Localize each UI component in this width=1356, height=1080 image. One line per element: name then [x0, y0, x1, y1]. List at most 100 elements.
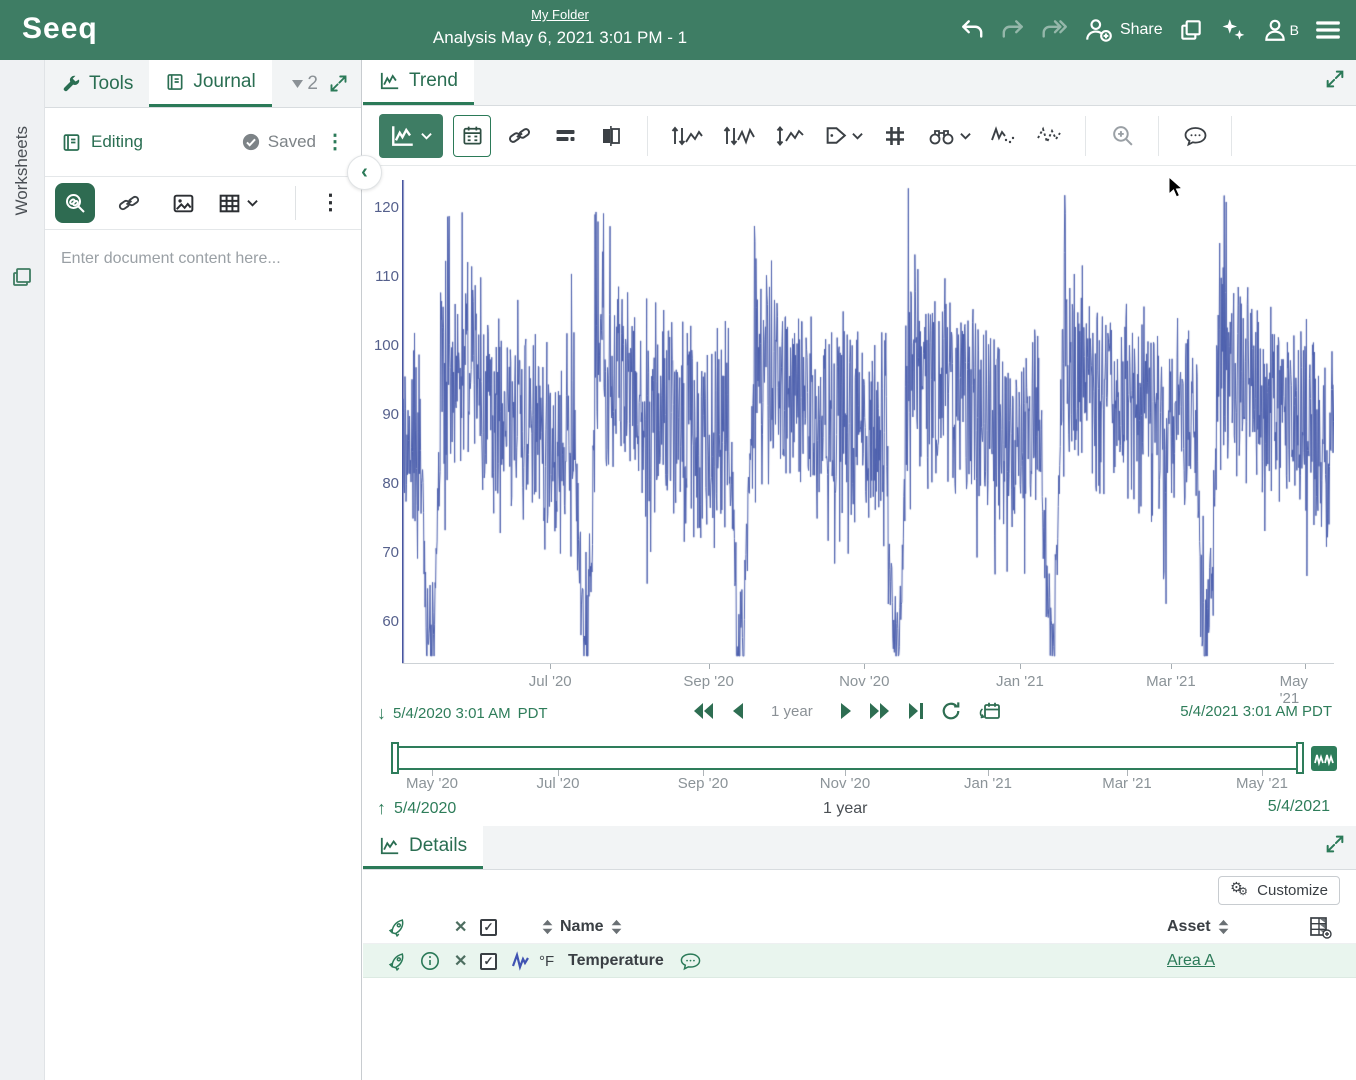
slider-left-handle[interactable] [391, 742, 399, 774]
journal-menu-button[interactable]: ⋮ [325, 137, 345, 148]
share-button[interactable]: Share [1084, 16, 1163, 44]
worksheet-count-dropdown[interactable]: 2 [292, 73, 318, 95]
labels-button[interactable] [820, 114, 867, 158]
investigate-range-start[interactable]: ↑ 5/4/2020 [377, 798, 456, 819]
chevron-down-icon [960, 132, 971, 140]
investigate-range-duration[interactable]: 1 year [823, 800, 867, 818]
insert-table-button[interactable] [217, 183, 258, 223]
slider-tick-label: Mar '21 [1102, 775, 1152, 792]
toolbar-divider [295, 186, 296, 220]
tab-details[interactable]: Details [363, 826, 483, 869]
wrench-icon [61, 74, 81, 94]
calendar-range-button[interactable] [453, 115, 491, 157]
investigate-button[interactable] [923, 114, 975, 158]
journal-toolbar-more-button[interactable]: ⋮ [310, 197, 351, 209]
signal-visible-checkbox[interactable]: ✓ [480, 944, 497, 978]
investigate-range-end[interactable]: 5/4/2021 [1268, 798, 1330, 816]
rows-icon [553, 125, 578, 147]
tab-trend[interactable]: Trend [363, 60, 474, 105]
asset-link[interactable]: Area A [1167, 944, 1215, 978]
step-to-end-button[interactable] [908, 702, 924, 720]
expand-details-icon[interactable] [1324, 833, 1346, 855]
duplicate-icon [1178, 17, 1204, 43]
step-forward-half-button[interactable] [840, 702, 852, 720]
range-duration[interactable]: 1 year [771, 703, 813, 720]
display-range-end[interactable]: 5/4/2021 3:01 AM PDT [1180, 703, 1332, 720]
zoom-button[interactable] [1104, 114, 1140, 158]
select-all-checkbox[interactable]: ✓ [480, 910, 497, 944]
chart-type-button[interactable] [379, 114, 443, 158]
image-icon [171, 191, 196, 216]
auto-update-button[interactable] [978, 700, 1002, 722]
main-menu-button[interactable] [1314, 18, 1342, 42]
comment-icon[interactable] [679, 944, 702, 978]
slider-tick [558, 770, 559, 776]
saved-label: Saved [268, 132, 316, 152]
share-forward-button[interactable] [1041, 17, 1069, 43]
worksheet-count: 2 [307, 73, 318, 95]
seeq-app: Seeq My Folder Analysis May 6, 2021 3:01… [0, 0, 1356, 1080]
user-initial: B [1290, 22, 1299, 38]
tab-tools[interactable]: Tools [45, 60, 149, 107]
uncertainty-button[interactable] [1031, 114, 1067, 158]
name-column-header[interactable]: Name [541, 910, 623, 944]
journal-editor[interactable]: Enter document content here... [61, 250, 281, 268]
signal-row[interactable]: ✕ ✓ °F Temperature Area A [363, 944, 1356, 978]
sort-icon[interactable] [610, 919, 623, 935]
signal-plot[interactable] [402, 180, 1334, 663]
trend-area: Trend [363, 60, 1356, 1080]
step-back-half-button[interactable] [732, 702, 744, 720]
remove-all-button[interactable]: ✕ [454, 910, 467, 944]
asset-column-header[interactable]: Asset [1167, 910, 1230, 944]
refresh-button[interactable] [941, 701, 961, 721]
range-end-text[interactable]: 5/4/2021 3:01 AM [1180, 703, 1298, 720]
signal-name[interactable]: Temperature [568, 944, 664, 978]
follow-signal-button[interactable] [1311, 746, 1337, 771]
signal-unit: °F [539, 944, 554, 978]
step-back-full-button[interactable] [693, 702, 715, 720]
worksheet-panels-button[interactable] [1178, 17, 1204, 43]
gridlines-button[interactable] [877, 114, 913, 158]
customize-button[interactable]: ⚙⚙ Customize [1218, 876, 1340, 905]
sort-icon[interactable] [541, 919, 554, 935]
user-profile-button[interactable]: B [1262, 17, 1299, 43]
sort-icon[interactable] [1217, 919, 1230, 935]
remove-signal-button[interactable]: ✕ [454, 944, 467, 978]
insert-image-button[interactable] [163, 183, 203, 223]
compare-view-button[interactable] [593, 114, 629, 158]
seeq-link-button[interactable] [55, 183, 95, 223]
trend-chart-icon [379, 71, 401, 91]
rocket-icon[interactable] [387, 910, 408, 944]
worksheets-rail[interactable]: Worksheets [0, 60, 45, 1080]
one-axis-button[interactable] [718, 114, 760, 158]
expand-journal-icon[interactable] [328, 73, 349, 94]
range-start-arrow-icon: ↓ [377, 703, 386, 724]
y-tick-label: 100 [363, 337, 399, 354]
undo-button[interactable] [959, 17, 985, 43]
rocket-icon[interactable] [387, 944, 408, 978]
annotate-button[interactable] [1177, 114, 1213, 158]
autoscale-button[interactable] [770, 114, 810, 158]
breadcrumb[interactable]: My Folder [531, 7, 589, 22]
seeq-logo[interactable]: Seeq [22, 12, 98, 46]
redo-button[interactable] [1000, 17, 1026, 43]
range-start-text[interactable]: 5/4/2020 3:01 AM [393, 705, 511, 722]
x-tick-label: Sep '20 [683, 673, 733, 690]
insert-link-button[interactable] [109, 183, 149, 223]
collapse-panel-button[interactable]: ‹ [347, 155, 382, 190]
info-button[interactable] [420, 944, 440, 978]
tab-journal[interactable]: Journal [149, 60, 271, 107]
slider-tick-label: May '21 [1236, 775, 1288, 792]
display-range-start[interactable]: ↓ 5/4/2020 3:01 AM PDT [377, 703, 548, 724]
one-lane-button[interactable] [666, 114, 708, 158]
time-range-slider[interactable] [395, 746, 1300, 770]
step-forward-full-button[interactable] [869, 702, 891, 720]
samples-button[interactable] [985, 114, 1021, 158]
ai-assistant-button[interactable] [1219, 16, 1247, 44]
slider-right-handle[interactable] [1296, 742, 1304, 774]
chain-view-button[interactable] [501, 114, 537, 158]
hamburger-icon [1314, 18, 1342, 42]
expand-trend-icon[interactable] [1324, 68, 1346, 90]
dimming-button[interactable] [547, 114, 583, 158]
add-column-button[interactable] [1308, 910, 1332, 944]
